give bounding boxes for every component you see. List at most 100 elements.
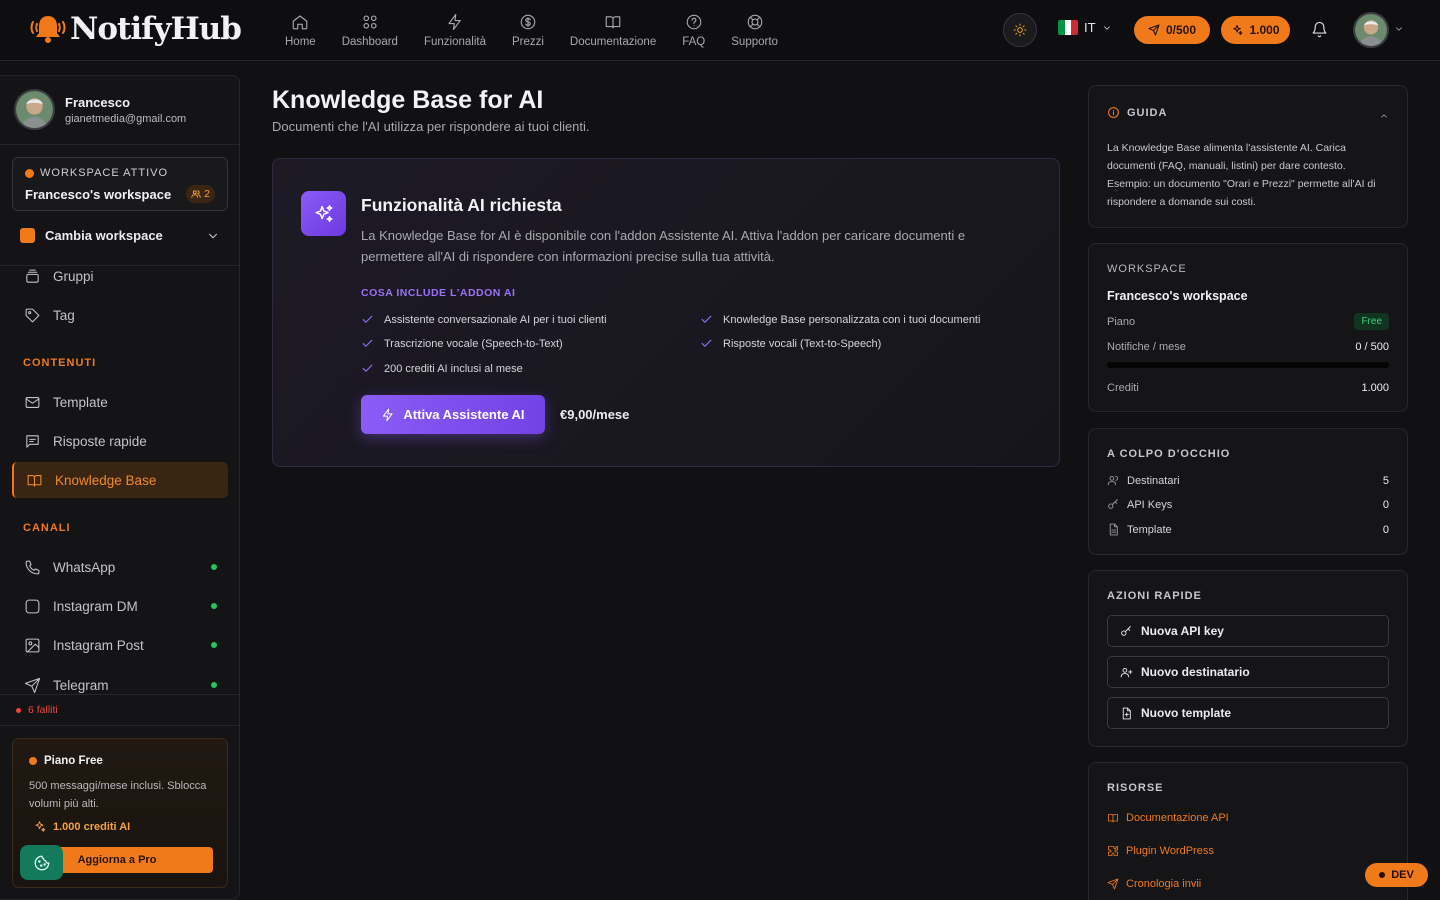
nav-home[interactable]: Home — [272, 0, 329, 60]
glance-row-label: Template — [1127, 523, 1172, 536]
notifications-counter-pill[interactable]: 0/500 — [1134, 16, 1210, 44]
error-dot-icon — [16, 707, 21, 713]
send-icon — [24, 677, 41, 693]
info-icon — [1108, 107, 1119, 118]
sidebar-user[interactable]: Francesco gianetmedia@gmail.com — [14, 89, 186, 130]
page-subtitle: Documenti che l'AI utilizza per risponde… — [272, 119, 590, 134]
user-menu-chevron-icon[interactable] — [1394, 24, 1404, 34]
user-avatar[interactable] — [1353, 12, 1389, 48]
feature-item: Trascrizione vocale (Speech-to-Text) — [361, 337, 563, 350]
new-template-label: Nuovo template — [1141, 706, 1232, 720]
dev-badge-label: DEV — [1391, 869, 1414, 881]
nav-funzionalita[interactable]: Funzionalità — [411, 0, 499, 60]
feature-text: Assistente conversazionale AI per i tuoi… — [384, 313, 607, 326]
sidebar-item-gruppi[interactable]: Gruppi — [12, 258, 228, 294]
failed-deliveries[interactable]: 6 falliti — [16, 704, 58, 716]
glance-row-value: 5 — [1382, 474, 1389, 487]
sidebar-item-label: Knowledge Base — [55, 472, 157, 488]
instagram-icon — [25, 599, 40, 613]
feature-item: Risposte vocali (Text-to-Speech) — [700, 337, 881, 350]
bell-icon — [1312, 21, 1327, 38]
cookie-settings-button[interactable] — [20, 845, 63, 880]
guide-header[interactable]: GUIDA — [1107, 106, 1167, 119]
link-wordpress-plugin[interactable]: Plugin WordPress — [1107, 845, 1214, 857]
nav-supporto[interactable]: Supporto — [718, 0, 791, 60]
credits-value: 1.000 — [1249, 23, 1280, 37]
credits-pill[interactable]: 1.000 — [1221, 16, 1290, 44]
sidebar-item-label: Instagram DM — [53, 598, 138, 614]
sidebar-item-template[interactable]: Template — [12, 384, 228, 420]
plan-title-text: Piano Free — [44, 755, 103, 767]
chevron-up-icon[interactable] — [1379, 111, 1389, 121]
sparkles-icon — [314, 204, 333, 222]
avatar-photo — [1355, 14, 1387, 46]
plan-credits: 1.000 crediti AI — [33, 820, 130, 833]
plan-badge: Free — [1354, 313, 1389, 330]
language-selector[interactable]: IT — [1058, 20, 1112, 35]
activate-ai-assistant-button[interactable]: Attiva Assistente AI — [361, 395, 545, 434]
nav-documentazione[interactable]: Documentazione — [557, 0, 669, 60]
glance-panel: A COLPO D'OCCHIO Destinatari 5 API Keys … — [1088, 428, 1408, 555]
feature-text: Knowledge Base personalizzata con i tuoi… — [723, 313, 981, 326]
link-api-docs[interactable]: Documentazione API — [1107, 812, 1229, 824]
new-api-key-label: Nuova API key — [1141, 624, 1224, 638]
sun-icon — [1013, 23, 1027, 37]
new-api-key-button[interactable]: Nuova API key — [1107, 615, 1389, 647]
sidebar-item-instagram-post[interactable]: Instagram Post — [12, 627, 228, 663]
section-canali: CANALI — [23, 522, 71, 534]
chevron-down-icon — [209, 233, 217, 238]
nav-prezzi-label: Prezzi — [511, 35, 544, 48]
sidebar-item-tag[interactable]: Tag — [12, 297, 228, 333]
sidebar-item-knowledge-base[interactable]: Knowledge Base — [12, 462, 228, 498]
nav-faq[interactable]: FAQ — [669, 0, 718, 60]
bolt-icon — [383, 408, 394, 421]
divider — [0, 144, 239, 145]
nav-dashboard-label: Dashboard — [341, 35, 398, 48]
new-template-button[interactable]: Nuovo template — [1107, 697, 1389, 729]
check-icon — [362, 339, 373, 347]
workspace-members-count: 2 — [204, 188, 210, 200]
sidebar-item-instagram-dm[interactable]: Instagram DM — [12, 588, 228, 624]
glance-row-template: Template 0 — [1107, 523, 1389, 536]
sidebar-item-risposte-rapide[interactable]: Risposte rapide — [12, 423, 228, 459]
check-icon — [362, 315, 373, 323]
book-open-icon — [27, 474, 42, 487]
addon-price: €9,00/mese — [560, 407, 630, 422]
nav-dashboard[interactable]: Dashboard — [329, 0, 411, 60]
key-icon — [1121, 625, 1131, 636]
plan-description: 500 messaggi/mese inclusi. Sblocca volum… — [29, 780, 207, 810]
logo[interactable]: NotifyHub — [28, 11, 242, 47]
card-description: La Knowledge Base for AI è disponibile c… — [361, 228, 966, 264]
card-title: Funzionalità AI richiesta — [361, 195, 562, 215]
check-icon — [362, 364, 373, 372]
status-dot-icon — [211, 603, 217, 609]
notifications-button[interactable] — [1311, 21, 1328, 38]
feature-text: Trascrizione vocale (Speech-to-Text) — [384, 337, 563, 350]
link-send-history[interactable]: Cronologia invii — [1107, 878, 1201, 890]
new-recipient-button[interactable]: Nuovo destinatario — [1107, 656, 1389, 688]
guide-label: GUIDA — [1127, 106, 1168, 119]
sparkles-icon — [35, 821, 46, 832]
resources-panel: RISORSE Documentazione API Plugin WordPr… — [1088, 762, 1408, 900]
sidebar-item-telegram[interactable]: Telegram — [12, 667, 228, 703]
activate-ai-assistant-label: Attiva Assistente AI — [403, 407, 525, 422]
theme-toggle-button[interactable] — [1003, 13, 1037, 47]
send-icon — [1107, 878, 1119, 890]
nav-faq-label: FAQ — [682, 35, 706, 48]
switch-workspace-button[interactable]: Cambia workspace — [12, 223, 228, 248]
link-api-docs-label: Documentazione API — [1126, 812, 1229, 824]
nav-prezzi[interactable]: Prezzi — [499, 0, 557, 60]
sidebar-item-label: Template — [53, 394, 108, 410]
notifications-progress-bar — [1107, 362, 1389, 368]
avatar-photo — [16, 91, 53, 128]
sidebar-item-whatsapp[interactable]: WhatsApp — [12, 549, 228, 585]
dev-badge[interactable]: DEV — [1365, 863, 1428, 887]
logo-text: NotifyHub — [70, 11, 242, 47]
plan-title: Piano Free — [29, 755, 103, 767]
plan-dot-icon — [29, 757, 37, 765]
check-icon — [701, 339, 712, 347]
status-dot-icon — [211, 682, 217, 688]
help-icon — [686, 14, 702, 29]
top-navbar: NotifyHub Home Dashboard Funzionalità Pr… — [0, 0, 1440, 61]
notifications-row: Notifiche / mese 0 / 500 — [1107, 341, 1389, 353]
